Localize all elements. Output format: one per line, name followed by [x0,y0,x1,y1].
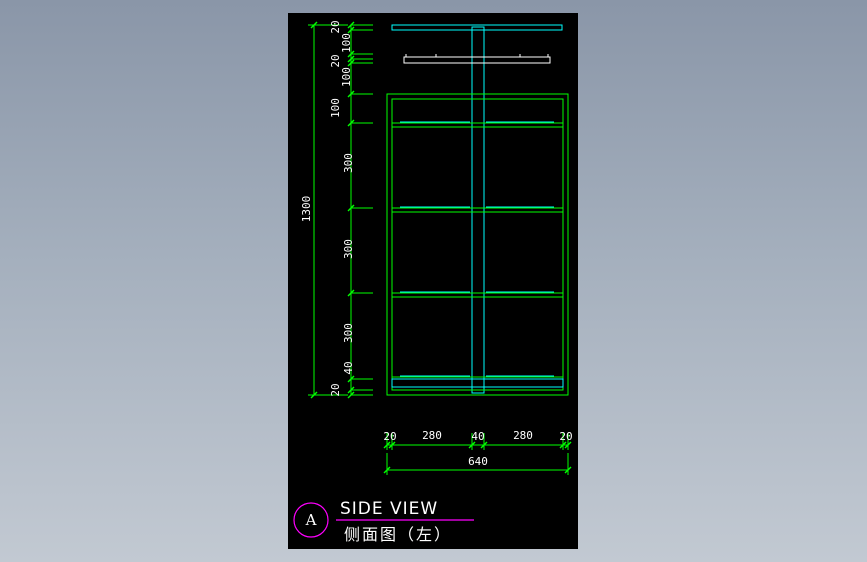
dim-label-horizontal: 280 [513,429,533,442]
shelf [392,206,563,213]
dim-label-vertical: 300 [342,239,355,259]
dim-label-vertical: 100 [329,98,342,118]
dim-label-horizontal: 20 [383,430,396,443]
shelf [392,291,563,298]
view-title-cn: 侧面图（左） [344,525,452,544]
dim-label-vertical: 300 [342,153,355,173]
base-shelf [391,375,564,388]
dim-label-horizontal: 20 [559,430,572,443]
dim-label-vertical: 20 [329,20,342,33]
drawing-sheet: 20 100 20 100 100 300 300 300 40 20 1300… [288,13,578,549]
view-title-en: SIDE VIEW [340,499,438,519]
shelf [392,121,563,128]
view-badge-letter: A [305,511,317,529]
dim-label-horizontal-total: 640 [468,455,488,468]
cad-drawing: 20 100 20 100 100 300 300 300 40 20 1300… [293,20,573,544]
cabinet-inner-frame [391,98,564,391]
dim-label-vertical-total: 1300 [300,196,313,223]
center-post [471,26,485,394]
cabinet-outer-frame [386,93,569,396]
dim-label-vertical: 100 [340,67,353,87]
dim-label-horizontal: 40 [471,430,484,443]
dim-label-horizontal: 280 [422,429,442,442]
dim-label-vertical: 20 [329,54,342,67]
dim-label-vertical: 20 [329,383,342,396]
dim-label-vertical: 40 [342,361,355,374]
dim-label-vertical: 300 [342,323,355,343]
dim-label-vertical: 100 [340,33,353,53]
rail-plate [403,56,551,64]
